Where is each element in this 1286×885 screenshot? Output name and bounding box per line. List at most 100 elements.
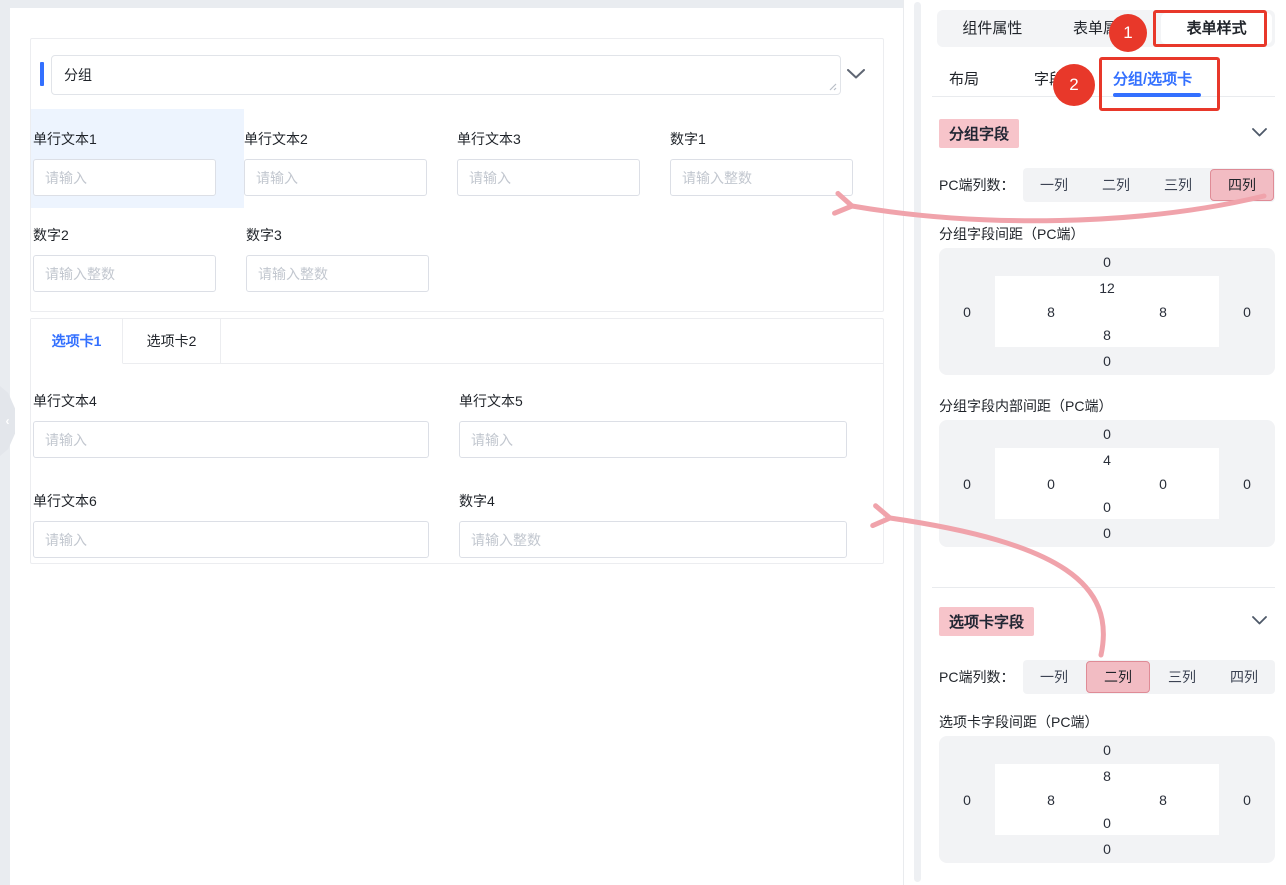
field-cell[interactable]: 单行文本6 — [33, 471, 459, 558]
field-label: 数字4 — [459, 491, 885, 511]
outer-top-value: 0 — [939, 248, 1275, 276]
panel-scrollbar[interactable] — [914, 2, 921, 882]
inner-bottom-value: 0 — [995, 495, 1219, 519]
outer-left-value: 0 — [939, 276, 995, 347]
inner-bottom-value: 0 — [995, 811, 1219, 835]
subtab-divider — [932, 96, 1275, 97]
segment-three-columns[interactable]: 三列 — [1147, 168, 1209, 202]
text-input[interactable] — [459, 421, 847, 458]
canvas-tabbar: 选项卡1 选项卡2 — [31, 319, 883, 364]
field-cell-selected[interactable]: 单行文本1 — [31, 109, 244, 208]
field-label: 单行文本3 — [457, 129, 670, 149]
text-input[interactable] — [33, 521, 429, 558]
subtab-layout[interactable]: 布局 — [949, 68, 979, 89]
number-input[interactable] — [246, 255, 429, 292]
text-input[interactable] — [33, 421, 429, 458]
group-spacing-title: 分组字段间距（PC端） — [939, 224, 1084, 244]
segment-four-columns[interactable]: 四列 — [1210, 169, 1274, 201]
group-inner-spacing-title: 分组字段内部间距（PC端） — [939, 396, 1112, 416]
segment-two-columns[interactable]: 二列 — [1085, 168, 1147, 202]
group-title-input[interactable]: 分组 — [51, 55, 841, 95]
inner-top-value: 8 — [995, 764, 1219, 788]
group-field-row-2: 数字2 数字3 — [33, 205, 459, 292]
form-canvas: 分组 单行文本1 单行文本2 单行文本3 — [10, 8, 903, 885]
annotation-step-2-badge: 2 — [1053, 64, 1095, 106]
field-label: 单行文本4 — [33, 391, 459, 411]
tab-form-style[interactable]: 表单样式 — [1161, 13, 1272, 44]
outer-top-value: 0 — [939, 736, 1275, 764]
tab-field-row-1: 单行文本4 单行文本5 — [33, 371, 885, 458]
tab-spacing-title: 选项卡字段间距（PC端） — [939, 712, 1098, 732]
field-label: 单行文本5 — [459, 391, 885, 411]
text-input[interactable] — [244, 159, 427, 196]
group-title-text: 分组 — [52, 56, 840, 94]
outer-right-value: 0 — [1219, 764, 1275, 835]
panel-top-tabs: 组件属性 表单属性 表单样式 — [937, 10, 1275, 47]
form-designer-app: 分组 单行文本1 单行文本2 单行文本3 — [0, 0, 1286, 885]
field-cell[interactable]: 数字1 — [670, 109, 883, 208]
field-cell[interactable]: 数字2 — [33, 205, 246, 292]
segment-four-columns[interactable]: 四列 — [1213, 660, 1275, 694]
outer-left-value: 0 — [939, 764, 995, 835]
field-cell[interactable]: 单行文本5 — [459, 371, 885, 458]
text-input[interactable] — [33, 159, 216, 196]
field-cell[interactable]: 单行文本4 — [33, 371, 459, 458]
inner-right-value: 0 — [1107, 472, 1219, 495]
outer-right-value: 0 — [1219, 448, 1275, 519]
section-collapse-chevron-icon[interactable] — [1252, 128, 1267, 137]
resize-handle-icon[interactable] — [828, 82, 837, 91]
outer-bottom-value: 0 — [939, 835, 1275, 863]
tabs-container[interactable]: 选项卡1 选项卡2 单行文本4 单行文本5 单行文本6 — [30, 318, 884, 564]
segment-two-columns[interactable]: 二列 — [1086, 661, 1150, 693]
outer-right-value: 0 — [1219, 276, 1275, 347]
field-cell[interactable]: 单行文本3 — [457, 109, 670, 208]
text-input[interactable] — [457, 159, 640, 196]
tab-columns-segmented: 一列 二列 三列 四列 — [1023, 660, 1275, 694]
inner-left-value: 0 — [995, 472, 1107, 495]
section-divider — [932, 587, 1275, 588]
group-columns-row: PC端列数： 一列 二列 三列 四列 — [939, 168, 1275, 202]
inner-right-value: 8 — [1107, 300, 1219, 323]
inner-box: 12 8 8 8 — [995, 276, 1219, 347]
tab-component-properties[interactable]: 组件属性 — [937, 10, 1048, 47]
field-label: 数字3 — [246, 225, 459, 245]
inner-top-value: 12 — [995, 276, 1219, 300]
section-heading-tab-fields: 选项卡字段 — [939, 607, 1034, 636]
field-label: 数字2 — [33, 225, 246, 245]
field-cell[interactable]: 数字3 — [246, 205, 459, 292]
tab-option-1[interactable]: 选项卡1 — [31, 319, 123, 364]
columns-label: PC端列数： — [939, 667, 1023, 687]
tab-columns-row: PC端列数： 一列 二列 三列 四列 — [939, 660, 1275, 694]
group-accent-bar — [40, 62, 44, 86]
group-columns-segmented: 一列 二列 三列 四列 — [1023, 168, 1275, 202]
section-collapse-chevron-icon[interactable] — [1252, 616, 1267, 625]
segment-three-columns[interactable]: 三列 — [1151, 660, 1213, 694]
tab-spacing-box-model: 0 0 8 8 8 0 0 0 — [939, 736, 1275, 863]
inner-box: 8 8 8 0 — [995, 764, 1219, 835]
outer-top-value: 0 — [939, 420, 1275, 448]
inner-left-value: 8 — [995, 788, 1107, 811]
tab-option-2[interactable]: 选项卡2 — [123, 319, 221, 363]
field-cell[interactable]: 单行文本2 — [244, 109, 457, 208]
subtab-group-tabs[interactable]: 分组/选项卡 — [1113, 68, 1192, 89]
segment-one-column[interactable]: 一列 — [1023, 660, 1085, 694]
number-input[interactable] — [33, 255, 216, 292]
field-cell[interactable]: 数字4 — [459, 471, 885, 558]
group-collapse-chevron-icon[interactable] — [847, 69, 865, 79]
segment-one-column[interactable]: 一列 — [1023, 168, 1085, 202]
field-label: 单行文本6 — [33, 491, 459, 511]
annotation-step-1-badge: 1 — [1109, 14, 1147, 52]
properties-panel: 组件属性 表单属性 表单样式 布局 字段 分组/选项卡 分组字段 PC端列数： … — [903, 0, 1286, 885]
section-heading-group-fields: 分组字段 — [939, 119, 1019, 148]
columns-label: PC端列数： — [939, 175, 1023, 195]
inner-left-value: 8 — [995, 300, 1107, 323]
group-spacing-box-model: 0 0 12 8 8 8 0 0 — [939, 248, 1275, 375]
outer-left-value: 0 — [939, 448, 995, 519]
inner-right-value: 8 — [1107, 788, 1219, 811]
number-input[interactable] — [459, 521, 847, 558]
outer-bottom-value: 0 — [939, 347, 1275, 375]
field-label: 单行文本1 — [33, 129, 244, 149]
inner-top-value: 4 — [995, 448, 1219, 472]
number-input[interactable] — [670, 159, 853, 196]
group-container[interactable]: 分组 单行文本1 单行文本2 单行文本3 — [30, 38, 884, 312]
